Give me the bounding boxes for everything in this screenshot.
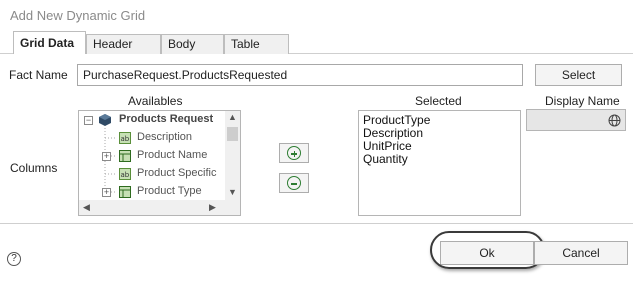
tree-horizontal-scrollbar[interactable]: ◀ ▶ bbox=[79, 200, 240, 215]
scroll-right-icon[interactable]: ▶ bbox=[209, 202, 216, 213]
tree-item-label: Product Specific bbox=[137, 167, 217, 179]
tree-item-product-specific[interactable]: ab Product Specific bbox=[79, 165, 229, 183]
tab-grid-data[interactable]: Grid Data bbox=[13, 31, 86, 54]
svg-text:ab: ab bbox=[121, 171, 130, 179]
help-icon[interactable]: ? bbox=[7, 252, 21, 266]
svg-text:ab: ab bbox=[121, 135, 130, 143]
scroll-up-icon[interactable]: ▲ bbox=[228, 112, 237, 122]
text-field-icon: ab bbox=[119, 168, 131, 180]
table-icon bbox=[119, 150, 131, 162]
dialog-title: Add New Dynamic Grid bbox=[10, 8, 146, 23]
scroll-down-icon[interactable]: ▼ bbox=[228, 187, 237, 197]
tree-item-label: Description bbox=[137, 131, 193, 143]
list-item[interactable]: Quantity bbox=[363, 153, 516, 166]
ok-highlight-ring bbox=[430, 231, 545, 269]
fact-name-label: Fact Name bbox=[9, 68, 68, 82]
selected-columns-list[interactable]: ProductType Description UnitPrice Quanti… bbox=[358, 110, 521, 216]
scroll-thumb[interactable] bbox=[227, 127, 238, 141]
tree-item-product-name[interactable]: + Product Name bbox=[79, 147, 229, 165]
display-name-input[interactable] bbox=[526, 109, 626, 131]
plus-icon bbox=[287, 146, 301, 160]
display-name-header: Display Name bbox=[545, 94, 620, 108]
text-field-icon: ab bbox=[119, 132, 131, 144]
scroll-left-icon[interactable]: ◀ bbox=[83, 202, 90, 213]
columns-label: Columns bbox=[10, 161, 58, 175]
selected-header: Selected bbox=[415, 94, 462, 108]
minus-icon bbox=[287, 176, 301, 190]
tree-item-products-request[interactable]: − Products Request bbox=[79, 111, 229, 129]
tree-item-label: Product Name bbox=[137, 149, 208, 161]
fact-name-input[interactable]: PurchaseRequest.ProductsRequested bbox=[77, 64, 523, 86]
add-column-button[interactable] bbox=[279, 143, 309, 163]
tree-vertical-scrollbar[interactable]: ▲ ▼ bbox=[225, 111, 240, 201]
tab-table-style[interactable]: Table Style bbox=[224, 34, 289, 69]
tree-item-product-type[interactable]: + Product Type bbox=[79, 183, 229, 201]
tab-body-style[interactable]: Body Style bbox=[161, 34, 224, 69]
availables-header: Availables bbox=[128, 94, 183, 108]
expand-icon[interactable]: + bbox=[102, 188, 111, 197]
table-icon bbox=[119, 186, 131, 198]
cancel-button[interactable]: Cancel bbox=[534, 241, 628, 265]
select-button[interactable]: Select bbox=[535, 64, 622, 86]
expand-icon[interactable]: + bbox=[102, 152, 111, 161]
tree-item-label: Product Type bbox=[137, 185, 202, 197]
cube-icon bbox=[99, 114, 111, 126]
tree-item-label: Products Request bbox=[119, 113, 214, 125]
collapse-icon[interactable]: − bbox=[84, 116, 93, 125]
tab-header-style[interactable]: Header Style bbox=[86, 34, 161, 69]
remove-column-button[interactable] bbox=[279, 173, 309, 193]
globe-icon[interactable] bbox=[608, 114, 621, 127]
tree-item-description[interactable]: ab Description bbox=[79, 129, 229, 147]
availables-tree[interactable]: − Products Request ab Description + Prod… bbox=[78, 110, 241, 216]
